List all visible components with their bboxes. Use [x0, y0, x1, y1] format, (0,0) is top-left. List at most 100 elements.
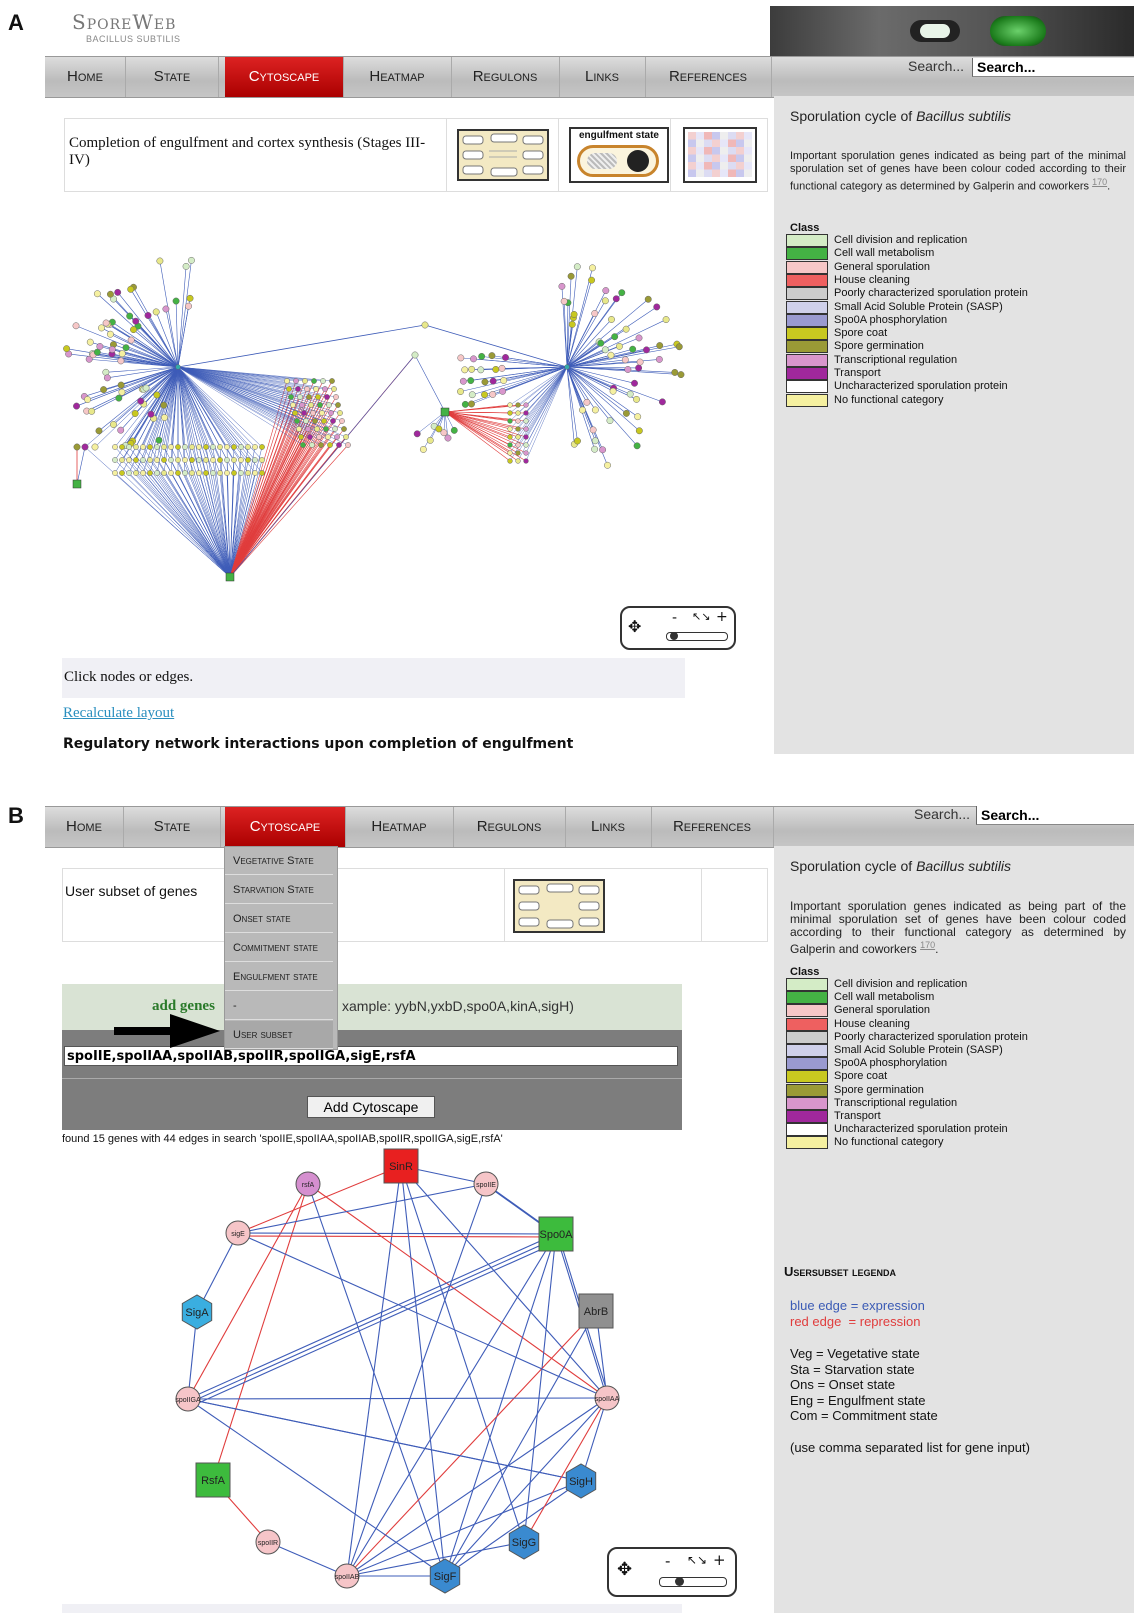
network-node[interactable]	[168, 457, 174, 463]
network-node[interactable]	[633, 442, 641, 450]
network-node[interactable]	[245, 444, 251, 450]
network-node[interactable]	[502, 354, 509, 361]
network-node[interactable]	[112, 457, 118, 463]
network-node[interactable]	[507, 434, 513, 440]
nav-references[interactable]: References	[645, 57, 772, 97]
network-node[interactable]	[132, 317, 140, 325]
network-node[interactable]	[671, 368, 679, 376]
add-cytoscape-button[interactable]: Add Cytoscape	[307, 1096, 435, 1118]
network-node[interactable]	[107, 290, 114, 298]
network-node[interactable]	[633, 395, 640, 403]
network-node[interactable]	[231, 457, 237, 463]
network-node[interactable]	[515, 442, 521, 448]
network-edge[interactable]	[237, 1183, 487, 1234]
network-node[interactable]	[312, 418, 318, 424]
network-node[interactable]	[302, 378, 308, 384]
network-node[interactable]	[155, 436, 163, 444]
network-node[interactable]	[604, 461, 611, 469]
network-edge[interactable]	[84, 446, 231, 578]
network-node[interactable]	[117, 357, 125, 365]
network-node[interactable]	[601, 346, 609, 354]
zoom-control-b[interactable]: ✥ - ↖↘ +	[607, 1547, 737, 1597]
network-node[interactable]	[168, 470, 174, 476]
network-node[interactable]	[304, 386, 310, 392]
network-node[interactable]	[468, 365, 476, 373]
network-node[interactable]	[481, 378, 489, 386]
network-edge[interactable]	[184, 459, 231, 578]
user-subset-network-graph[interactable]: SinR Spo0A AbrB RsfA SigA SigH SigG SigF rsfA spo…	[160, 1144, 660, 1604]
network-node[interactable]	[156, 257, 164, 265]
network-hub-node[interactable]	[440, 407, 450, 417]
network-node[interactable]	[126, 457, 132, 463]
network-edge[interactable]	[187, 1397, 608, 1400]
network-node[interactable]	[325, 434, 331, 440]
network-node[interactable]	[203, 444, 209, 450]
network-node[interactable]	[322, 386, 328, 392]
network-node[interactable]	[643, 346, 650, 354]
nav-links[interactable]: Links	[559, 57, 646, 97]
network-node[interactable]	[573, 263, 581, 271]
network-node[interactable]	[309, 442, 315, 448]
network-node[interactable]	[326, 402, 332, 408]
network-node[interactable]	[252, 470, 258, 476]
network-edge[interactable]	[566, 366, 638, 447]
network-node[interactable]	[677, 371, 685, 379]
network-node[interactable]	[210, 444, 216, 450]
network-node[interactable]	[210, 457, 216, 463]
network-node[interactable]	[591, 310, 599, 317]
network-node[interactable]	[299, 402, 305, 408]
network-node[interactable]	[426, 436, 434, 444]
network-node[interactable]	[560, 297, 568, 305]
regulatory-network-graph[interactable]	[55, 255, 765, 610]
network-node[interactable]	[152, 308, 160, 316]
network-node[interactable]	[217, 444, 223, 450]
zoom-in-button[interactable]: +	[713, 1551, 726, 1569]
network-node[interactable]	[117, 381, 125, 389]
network-node[interactable]	[259, 444, 265, 450]
network-node[interactable]	[154, 444, 160, 450]
network-node[interactable]	[224, 444, 230, 450]
network-node[interactable]	[133, 444, 139, 450]
menu-item-commitment-state[interactable]: Commitment state	[225, 934, 333, 962]
network-node[interactable]	[306, 394, 312, 400]
network-node[interactable]	[81, 443, 89, 451]
network-edge[interactable]	[444, 411, 527, 438]
network-edge[interactable]	[414, 354, 446, 413]
network-node[interactable]	[507, 458, 513, 464]
network-edge[interactable]	[240, 1235, 560, 1238]
network-node[interactable]	[103, 374, 111, 382]
network-node[interactable]	[182, 470, 188, 476]
network-node[interactable]	[332, 426, 338, 432]
network-node[interactable]	[622, 409, 630, 417]
network-node[interactable]	[609, 387, 617, 395]
network-node[interactable]	[481, 391, 488, 399]
network-node[interactable]	[100, 386, 108, 394]
network-node[interactable]	[210, 470, 216, 476]
search-input[interactable]	[972, 58, 1134, 77]
network-node[interactable]	[95, 427, 103, 435]
nav-references[interactable]: References	[651, 807, 774, 847]
network-edge[interactable]	[187, 1183, 309, 1400]
network-node[interactable]	[602, 287, 610, 295]
network-node[interactable]	[467, 377, 475, 385]
network-node[interactable]	[175, 444, 181, 450]
network-node[interactable]	[320, 378, 326, 384]
network-node[interactable]	[301, 410, 307, 416]
network-node[interactable]	[98, 324, 105, 332]
network-node[interactable]	[126, 470, 132, 476]
network-node[interactable]	[515, 458, 521, 464]
nav-cytoscape[interactable]: Cytoscape	[225, 807, 346, 847]
network-node[interactable]	[196, 470, 202, 476]
network-node[interactable]	[507, 442, 513, 448]
network-node[interactable]	[73, 443, 81, 451]
network-node[interactable]	[96, 343, 104, 350]
network-node[interactable]	[523, 450, 529, 456]
menu-item-starvation-state[interactable]: Starvation State	[225, 876, 333, 904]
network-edge[interactable]	[177, 324, 426, 368]
network-edge[interactable]	[563, 301, 568, 368]
network-node[interactable]	[142, 384, 150, 392]
network-node[interactable]	[189, 457, 195, 463]
network-node[interactable]	[658, 398, 666, 406]
network-node[interactable]	[507, 402, 513, 408]
network-node[interactable]	[330, 418, 336, 424]
